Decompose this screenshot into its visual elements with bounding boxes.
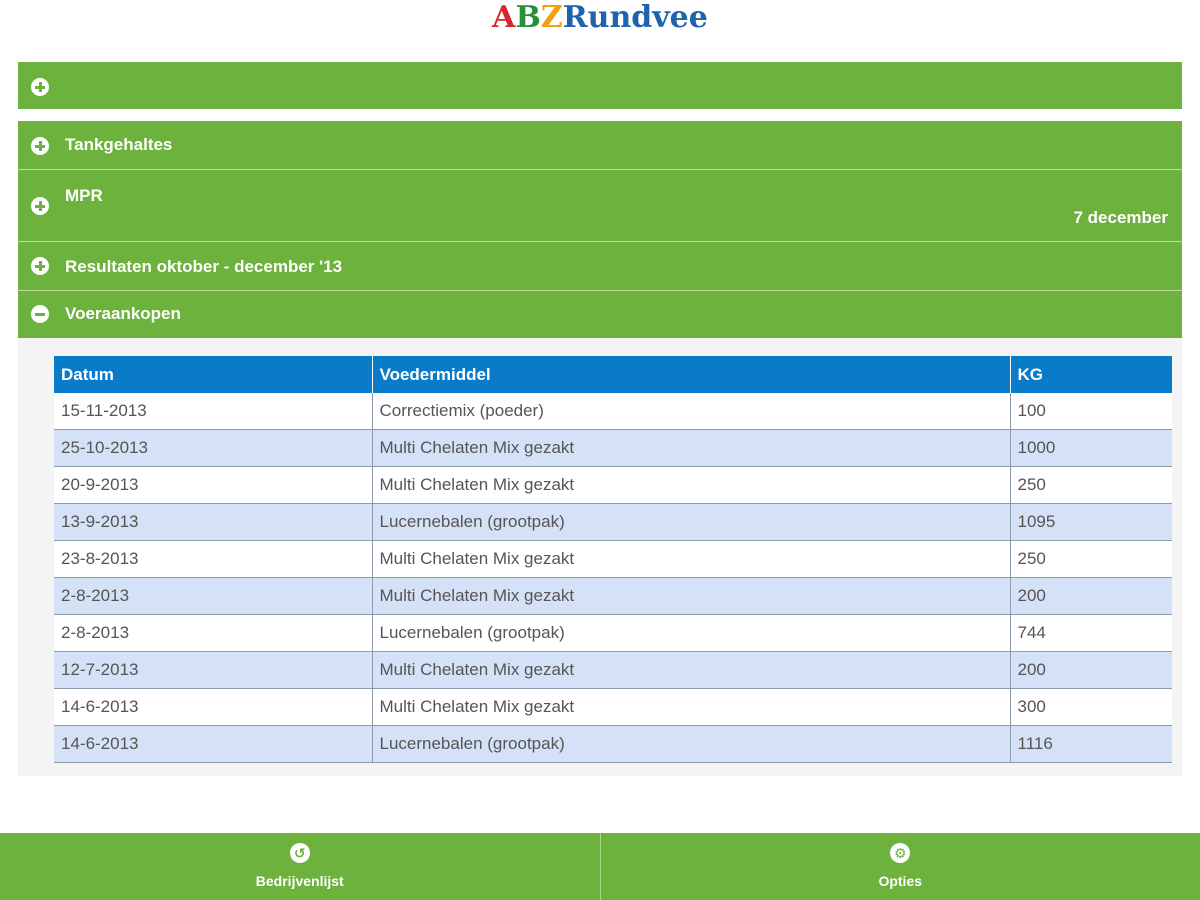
cell-voedermiddel: Multi Chelaten Mix gezakt [371,540,1010,578]
plus-icon [31,78,49,96]
cell-kg: 200 [1009,651,1172,689]
cell-datum: 2-8-2013 [54,577,372,615]
accordion-item-label: Voeraankopen [65,304,181,323]
cell-kg: 250 [1009,540,1172,578]
accordion-item-label: Tankgehaltes [65,135,173,154]
voeraankopen-panel: Datum Voedermiddel KG 15-11-2013 Correct… [18,338,1182,776]
opties-button[interactable]: ⚙ Opties [599,833,1200,900]
voeraankopen-table: Datum Voedermiddel KG 15-11-2013 Correct… [54,356,1172,763]
table-row: 14-6-2013 Multi Chelaten Mix gezakt 300 [54,688,1172,726]
cell-datum: 12-7-2013 [54,651,372,689]
bedrijvenlijst-label: Bedrijvenlijst [255,873,344,889]
table-row: 2-8-2013 Multi Chelaten Mix gezakt 200 [54,577,1172,615]
minus-icon [31,305,49,323]
plus-icon [31,257,49,275]
table-row: 25-10-2013 Multi Chelaten Mix gezakt 100… [54,429,1172,467]
cell-kg: 300 [1009,688,1172,726]
accordion-item-mpr[interactable]: MPR 7 december [18,169,1182,241]
cell-datum: 15-11-2013 [54,393,372,430]
app-logo: ABZRundvee [492,0,708,35]
table-header-row: Datum Voedermiddel KG [54,356,1172,393]
cell-kg: 200 [1009,577,1172,615]
accordion-item-resultaten[interactable]: Resultaten oktober - december '13 [18,241,1182,290]
table-row: 2-8-2013 Lucernebalen (grootpak) 744 [54,614,1172,652]
cell-datum: 14-6-2013 [54,725,372,763]
cell-datum: 14-6-2013 [54,688,372,726]
cell-kg: 1116 [1009,725,1172,763]
table-row: 23-8-2013 Multi Chelaten Mix gezakt 250 [54,540,1172,578]
cell-kg: 1095 [1009,503,1172,541]
cell-voedermiddel: Multi Chelaten Mix gezakt [371,429,1010,467]
column-header-datum: Datum [54,356,372,393]
accordion-item-label: MPR [65,186,103,205]
table-row: 12-7-2013 Multi Chelaten Mix gezakt 200 [54,651,1172,689]
back-icon: ↺ [289,843,310,863]
accordion-item-label: Resultaten oktober - december '13 [65,257,343,276]
plus-icon [31,197,49,215]
column-header-voedermiddel: Voedermiddel [371,356,1010,393]
cell-voedermiddel: Multi Chelaten Mix gezakt [371,688,1010,726]
table-row: 15-11-2013 Correctiemix (poeder) 100 [54,393,1172,430]
cell-voedermiddel: Lucernebalen (grootpak) [371,725,1010,763]
cell-datum: 25-10-2013 [54,429,372,467]
cell-kg: 100 [1009,393,1172,430]
table-row: 14-6-2013 Lucernebalen (grootpak) 1116 [54,725,1172,763]
footer-toolbar: ↺ Bedrijvenlijst ⚙ Opties [0,833,1200,900]
accordion-item-tankgehaltes[interactable]: Tankgehaltes [18,121,1182,169]
plus-icon [31,137,49,155]
cell-kg: 744 [1009,614,1172,652]
accordion-item-voeraankopen[interactable]: Voeraankopen [18,290,1182,338]
bedrijvenlijst-button[interactable]: ↺ Bedrijvenlijst [0,833,600,900]
mpr-date: 7 december [1073,208,1169,227]
cell-datum: 2-8-2013 [54,614,372,652]
cell-datum: 23-8-2013 [54,540,372,578]
opties-label: Opties [878,873,923,889]
cell-voedermiddel: Lucernebalen (grootpak) [371,614,1010,652]
cell-voedermiddel: Lucernebalen (grootpak) [371,503,1010,541]
cell-datum: 20-9-2013 [54,466,372,504]
cell-voedermiddel: Multi Chelaten Mix gezakt [371,577,1010,615]
table-row: 20-9-2013 Multi Chelaten Mix gezakt 250 [54,466,1172,504]
gear-icon: ⚙ [890,843,911,863]
cell-voedermiddel: Correctiemix (poeder) [371,393,1010,430]
table-row: 13-9-2013 Lucernebalen (grootpak) 1095 [54,503,1172,541]
cell-kg: 250 [1009,466,1172,504]
cell-voedermiddel: Multi Chelaten Mix gezakt [371,651,1010,689]
cell-datum: 13-9-2013 [54,503,372,541]
accordion-top-section[interactable] [18,62,1182,109]
cell-voedermiddel: Multi Chelaten Mix gezakt [371,466,1010,504]
column-header-kg: KG [1009,356,1172,393]
cell-kg: 1000 [1009,429,1172,467]
